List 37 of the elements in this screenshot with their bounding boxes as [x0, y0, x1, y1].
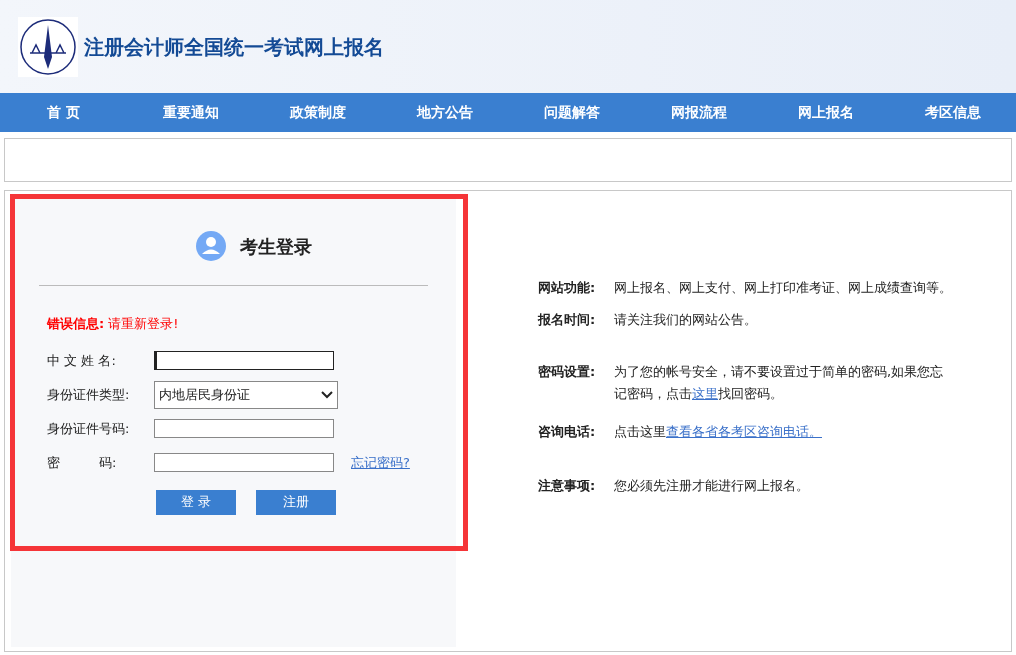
forgot-password-link[interactable]: 忘记密码?: [351, 452, 410, 473]
nav-link[interactable]: 重要通知: [127, 93, 254, 132]
info-label: 咨询电话:: [538, 423, 597, 441]
nav-link[interactable]: 政策制度: [254, 93, 381, 132]
field-label: 密 码:: [47, 453, 118, 472]
nav-link[interactable]: 网上报名: [762, 93, 889, 132]
info-label: 注意事项:: [538, 477, 597, 495]
nav-link[interactable]: 首 页: [0, 93, 127, 132]
nav-link[interactable]: 网报流程: [635, 93, 762, 132]
info-link[interactable]: 查看各省各考区咨询电话。: [666, 424, 822, 439]
info-text: 请关注我们的网站公告。: [614, 311, 758, 329]
info-link[interactable]: 这里: [692, 386, 718, 401]
field-label: 身份证件类型:: [47, 385, 131, 404]
input-field[interactable]: [154, 453, 334, 472]
input-field[interactable]: [154, 419, 334, 438]
field-label: 身份证件号码:: [47, 419, 131, 438]
login-title: 考生登录: [239, 234, 312, 259]
form-button[interactable]: 注册: [256, 489, 336, 515]
user-avatar-icon: [195, 231, 226, 261]
info-text: 您必须先注册才能进行网上报名。: [614, 477, 810, 495]
info-label: 报名时间:: [538, 311, 597, 329]
id-type-select[interactable]: 内地居民身份证: [154, 380, 338, 409]
input-field[interactable]: [154, 351, 334, 370]
nav-link[interactable]: 问题解答: [508, 93, 635, 132]
chevron-down-icon: [321, 390, 333, 399]
form-button[interactable]: 登 录: [156, 489, 236, 515]
info-label: 网站功能:: [538, 279, 597, 297]
emblem-logo-icon: [18, 16, 78, 77]
nav-link[interactable]: 考区信息: [889, 93, 1016, 132]
info-text: 为了您的帐号安全，请不要设置过于简单的密码,如果您忘记密码，点击这里找回密码。: [614, 363, 945, 403]
field-label: 中 文 姓 名:: [47, 351, 117, 370]
error-message: 错误信息: 请重新登录!: [47, 315, 180, 333]
nav-link[interactable]: 地方公告: [381, 93, 508, 132]
site-title: 注册会计师全国统一考试网上报名: [84, 33, 384, 61]
info-label: 密码设置:: [538, 363, 597, 381]
info-text: 网上报名、网上支付、网上打印准考证、网上成绩查询等。: [614, 279, 952, 297]
info-text: 点击这里查看各省各考区咨询电话。: [614, 423, 823, 441]
